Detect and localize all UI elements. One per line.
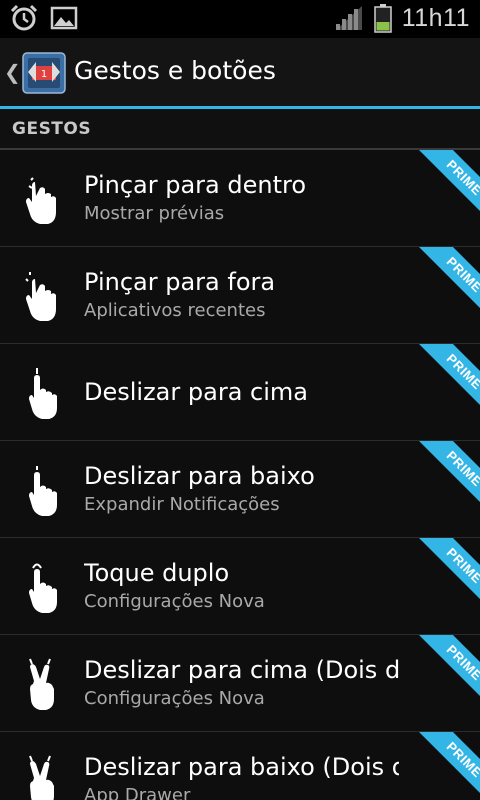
- list-item-title: Deslizar para cima: [84, 378, 308, 406]
- list-item-text: Toque duplo Configurações Nova: [84, 538, 399, 634]
- two-finger-swipe-up-icon: [29, 658, 54, 710]
- prime-ribbon: PRIME: [405, 732, 480, 800]
- list-item-text: Deslizar para cima (Dois dedos) Configur…: [84, 635, 399, 731]
- swipe-up-gesture-icon: [29, 368, 57, 419]
- list-item[interactable]: Pinçar para fora Aplicativos recentes PR…: [0, 247, 480, 344]
- prime-label: PRIME: [443, 641, 480, 684]
- list-item-text: Deslizar para cima: [84, 344, 399, 440]
- action-bar: ❮ 1 Gestos e botões: [0, 38, 480, 108]
- app-icon[interactable]: 1: [22, 52, 66, 94]
- list-item-subtitle: Expandir Notificações: [84, 494, 280, 515]
- prime-label: PRIME: [443, 447, 480, 490]
- section-header: GESTOS: [0, 109, 480, 149]
- section-label: GESTOS: [12, 119, 92, 139]
- list-item-text: Pinçar para fora Aplicativos recentes: [84, 247, 399, 343]
- status-right: 11h11: [334, 3, 470, 33]
- two-finger-swipe-down-icon: [29, 755, 54, 800]
- list-item[interactable]: Deslizar para cima (Dois dedos) Configur…: [0, 635, 480, 732]
- prime-label: PRIME: [443, 350, 480, 393]
- list-item[interactable]: Deslizar para cima PRIME: [0, 344, 480, 441]
- clock: 11h11: [401, 3, 470, 32]
- prime-ribbon: PRIME: [405, 441, 480, 516]
- list-item[interactable]: Deslizar para baixo Expandir Notificaçõe…: [0, 441, 480, 538]
- list-item-subtitle: Configurações Nova: [84, 688, 265, 709]
- list-item[interactable]: Pinçar para dentro Mostrar prévias PRIME: [0, 150, 480, 247]
- prime-label: PRIME: [443, 156, 480, 199]
- gesture-list: Pinçar para dentro Mostrar prévias PRIME…: [0, 150, 480, 800]
- signal-icon: [335, 6, 362, 30]
- prime-ribbon: PRIME: [405, 635, 480, 710]
- battery-icon: [373, 4, 392, 33]
- list-item-text: Deslizar para baixo (Dois dedos) App Dra…: [84, 732, 399, 800]
- list-item-title: Pinçar para dentro: [84, 171, 307, 199]
- list-item[interactable]: Toque duplo Configurações Nova PRIME: [0, 538, 480, 635]
- up-caret-icon[interactable]: ❮: [4, 60, 21, 84]
- list-item-title: Deslizar para baixo: [84, 462, 315, 490]
- pinch-in-gesture-icon: [26, 177, 56, 224]
- image-icon: [50, 6, 78, 30]
- list-item-subtitle: Mostrar prévias: [84, 203, 225, 224]
- page-title: Gestos e botões: [74, 56, 276, 85]
- status-left-icons: [10, 4, 78, 32]
- alarm-clock-icon: [10, 4, 38, 31]
- list-item-subtitle: App Drawer: [84, 785, 191, 800]
- list-item-title: Pinçar para fora: [84, 268, 276, 296]
- list-item-title: Deslizar para baixo (Dois dedos): [84, 753, 399, 781]
- prime-ribbon: PRIME: [405, 344, 480, 419]
- prime-ribbon: PRIME: [405, 538, 480, 613]
- list-item[interactable]: Deslizar para baixo (Dois dedos) App Dra…: [0, 732, 480, 800]
- prime-label: PRIME: [443, 544, 480, 587]
- list-item-subtitle: Aplicativos recentes: [84, 300, 266, 321]
- list-item-title: Deslizar para cima (Dois dedos): [84, 656, 399, 684]
- list-item-text: Deslizar para baixo Expandir Notificaçõe…: [84, 441, 399, 537]
- list-item-subtitle: Configurações Nova: [84, 591, 265, 612]
- svg-text:1: 1: [41, 69, 47, 80]
- status-bar: 11h11: [0, 0, 480, 38]
- prime-label: PRIME: [443, 738, 480, 781]
- prime-ribbon: PRIME: [405, 150, 480, 225]
- swipe-down-gesture-icon: [29, 466, 57, 516]
- list-item-text: Pinçar para dentro Mostrar prévias: [84, 150, 399, 246]
- list-item-title: Toque duplo: [84, 559, 230, 587]
- prime-ribbon: PRIME: [405, 247, 480, 322]
- double-tap-gesture-icon: [29, 563, 57, 613]
- prime-label: PRIME: [443, 253, 480, 296]
- pinch-out-gesture-icon: [25, 272, 56, 321]
